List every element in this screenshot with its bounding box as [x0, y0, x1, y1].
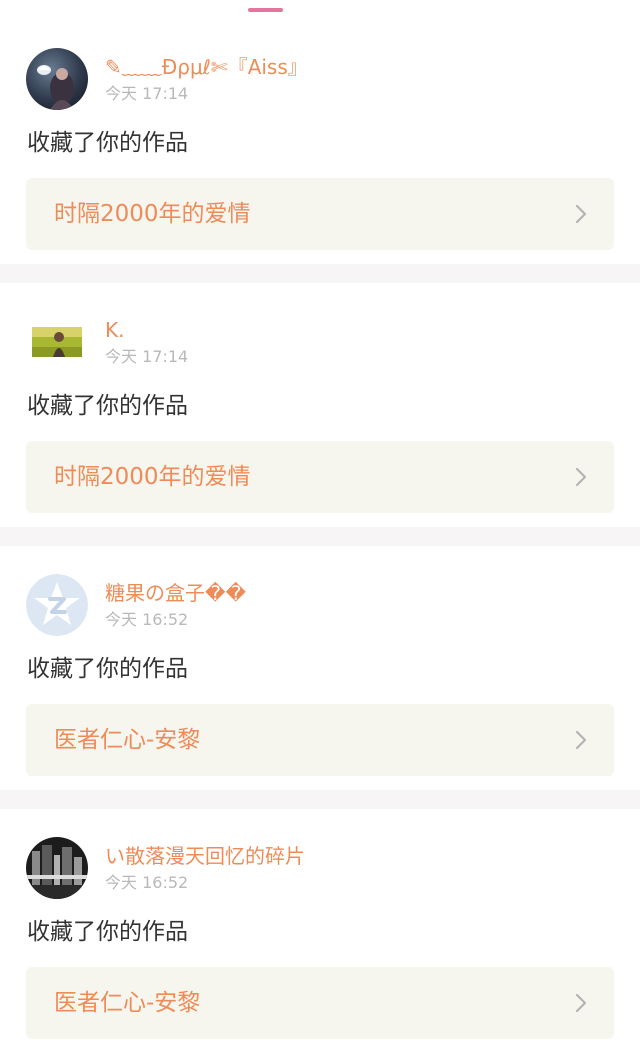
- work-link[interactable]: 医者仁心-安黎: [26, 967, 614, 1039]
- user-avatar[interactable]: [26, 837, 88, 899]
- avatar-default-qzone-icon: [26, 574, 88, 636]
- timestamp: 今天 17:14: [105, 84, 189, 103]
- work-link[interactable]: 时隔2000年的爱情: [26, 178, 614, 250]
- username[interactable]: い散落漫天回忆的碎片: [105, 843, 305, 869]
- chevron-right-icon: [575, 467, 587, 487]
- username[interactable]: ✎﹏﹏Ðρμℓ✄『Aiss』: [105, 54, 308, 80]
- chevron-right-icon: [575, 204, 587, 224]
- timestamp: 今天 16:52: [105, 610, 189, 629]
- chevron-right-icon: [575, 730, 587, 750]
- avatar-night-portrait-icon: [26, 48, 88, 110]
- notification-card: K. 今天 17:14 收藏了你的作品 时隔2000年的爱情: [0, 283, 640, 527]
- work-title: 时隔2000年的爱情: [54, 201, 251, 227]
- action-text: 收藏了你的作品: [27, 130, 188, 156]
- work-link[interactable]: 时隔2000年的爱情: [26, 441, 614, 513]
- user-avatar[interactable]: [26, 311, 88, 373]
- work-link[interactable]: 医者仁心-安黎: [26, 704, 614, 776]
- username[interactable]: K.: [105, 317, 124, 343]
- card-separator: [0, 790, 640, 809]
- avatar-city-bw-icon: [26, 837, 88, 899]
- notification-feed: ✎﹏﹏Ðρμℓ✄『Aiss』 今天 17:14 收藏了你的作品 时隔2000年的…: [0, 20, 640, 1053]
- action-text: 收藏了你的作品: [27, 656, 188, 682]
- work-title: 医者仁心-安黎: [54, 990, 201, 1016]
- card-separator: [0, 264, 640, 283]
- action-text: 收藏了你的作品: [27, 919, 188, 945]
- username[interactable]: 糖果の盒子��: [105, 580, 246, 606]
- notification-card: い散落漫天回忆的碎片 今天 16:52 收藏了你的作品 医者仁心-安黎: [0, 809, 640, 1053]
- notification-card: ✎﹏﹏Ðρμℓ✄『Aiss』 今天 17:14 收藏了你的作品 时隔2000年的…: [0, 20, 640, 264]
- active-tab-indicator: [248, 8, 283, 12]
- timestamp: 今天 16:52: [105, 873, 189, 892]
- user-avatar[interactable]: [26, 574, 88, 636]
- action-text: 收藏了你的作品: [27, 393, 188, 419]
- timestamp: 今天 17:14: [105, 347, 189, 366]
- card-separator: [0, 527, 640, 546]
- chevron-right-icon: [575, 993, 587, 1013]
- user-avatar[interactable]: [26, 48, 88, 110]
- avatar-field-photo-icon: [26, 311, 88, 373]
- notification-card: 糖果の盒子�� 今天 16:52 收藏了你的作品 医者仁心-安黎: [0, 546, 640, 790]
- work-title: 时隔2000年的爱情: [54, 464, 251, 490]
- work-title: 医者仁心-安黎: [54, 727, 201, 753]
